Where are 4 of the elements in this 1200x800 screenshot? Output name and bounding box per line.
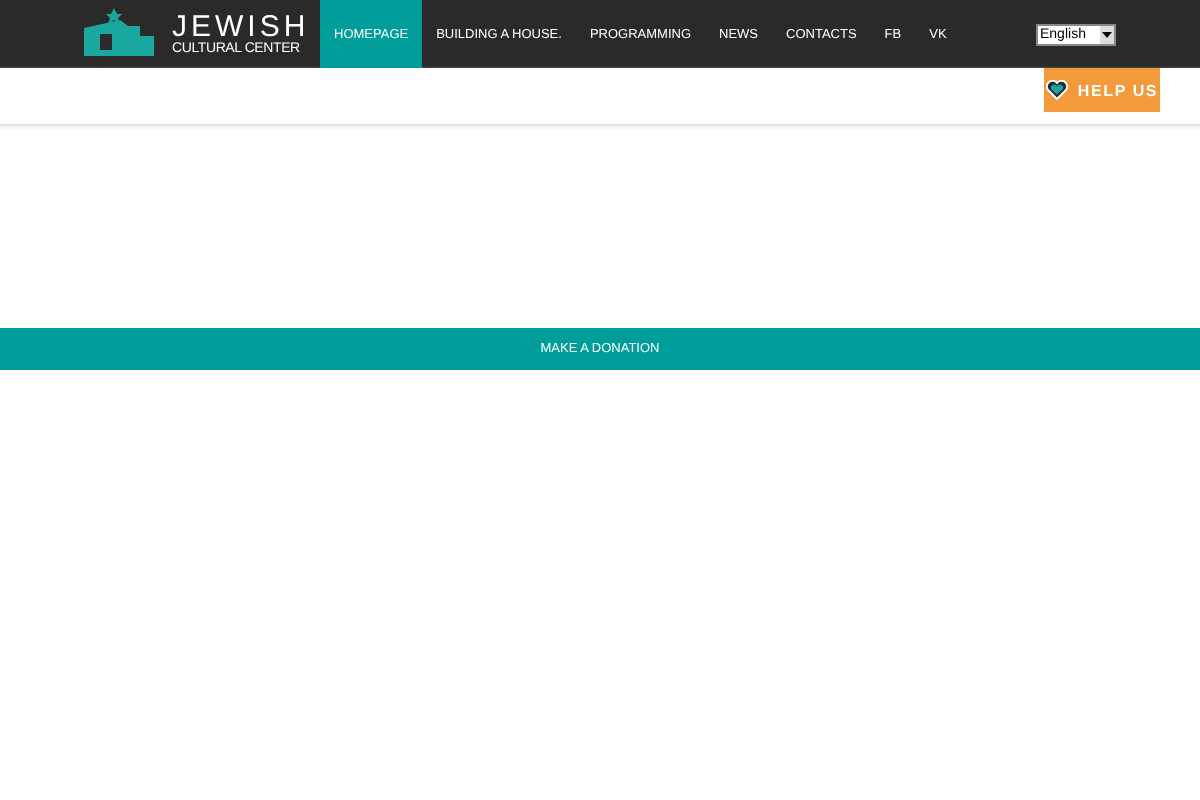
heart-icon [1045, 80, 1068, 100]
logo-title: JEWISH [172, 11, 310, 41]
building-icon [80, 8, 156, 60]
caret-icon [1102, 31, 1112, 37]
